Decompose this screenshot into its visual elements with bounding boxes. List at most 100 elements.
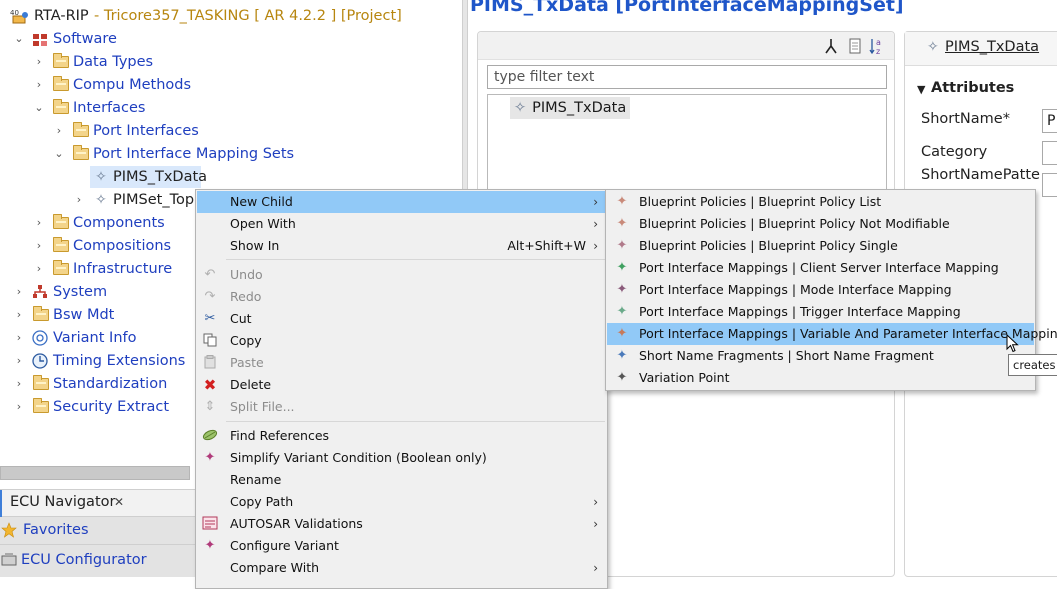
menu-item-cut[interactable]: ✂ Cut xyxy=(197,308,606,330)
menu-separator xyxy=(226,421,605,422)
ecu-navigator-tab[interactable]: ECU Navigator xyxy=(10,494,115,510)
menu-item-delete[interactable]: ✖ Delete xyxy=(197,374,606,396)
menu-item-undo[interactable]: ↶ Undo xyxy=(197,264,606,286)
menu-item-label: AUTOSAR Validations xyxy=(230,516,363,531)
menu-item-label: Paste xyxy=(230,355,264,370)
document-icon[interactable] xyxy=(849,38,861,54)
fork-icon[interactable] xyxy=(824,38,838,54)
properties-tab[interactable]: ✧ PIMS_TxData xyxy=(905,32,1057,66)
tree-item-label: Bsw Mdt xyxy=(53,307,115,323)
editor-title: PIMS_TxData [PortInterfaceMappingSet] xyxy=(470,0,904,16)
menu-item-copy-path[interactable]: Copy Path › xyxy=(197,491,606,513)
chevron-right-icon[interactable]: › xyxy=(32,51,46,73)
menu-item-label: Show In xyxy=(230,238,280,253)
tree-item-label: Port Interface Mapping Sets xyxy=(93,146,295,162)
filter-input[interactable] xyxy=(487,65,887,89)
menu-item-configure-variant[interactable]: ✦ Configure Variant xyxy=(197,535,606,557)
chevron-right-icon: › xyxy=(593,517,598,531)
tree-item-software[interactable]: ⌄ Software xyxy=(0,28,460,50)
ecu-configurator-icon xyxy=(1,553,17,567)
close-icon[interactable]: ✕ xyxy=(114,495,124,509)
submenu-item-client-server-interface-mapping[interactable]: ✦ Port Interface Mappings | Client Serve… xyxy=(607,257,1034,279)
submenu-item-trigger-interface-mapping[interactable]: ✦ Port Interface Mappings | Trigger Inte… xyxy=(607,301,1034,323)
submenu-item-variable-and-parameter-interface-mapping[interactable]: ✦ Port Interface Mappings | Variable And… xyxy=(607,323,1057,345)
tree-item-label: Data Types xyxy=(73,54,154,70)
chevron-right-icon[interactable]: › xyxy=(32,258,46,280)
chevron-right-icon[interactable]: › xyxy=(32,235,46,257)
submenu-item-mode-interface-mapping[interactable]: ✦ Port Interface Mappings | Mode Interfa… xyxy=(607,279,1034,301)
chevron-right-icon: › xyxy=(593,239,598,253)
menu-item-label: Find References xyxy=(230,428,330,443)
chevron-down-icon[interactable]: ⌄ xyxy=(52,143,66,165)
category-field[interactable] xyxy=(1042,141,1057,165)
submenu-item-short-name-fragment[interactable]: ✦ Short Name Fragments | Short Name Frag… xyxy=(607,345,1034,367)
menu-item-show-in[interactable]: Show In Alt+Shift+W › xyxy=(197,235,606,257)
folder-icon xyxy=(53,53,69,68)
tree-item-label: Software xyxy=(53,31,117,47)
submenu-item-blueprint-policy-not-modifiable[interactable]: ✦ Blueprint Policies | Blueprint Policy … xyxy=(607,213,1034,235)
menu-item-paste[interactable]: Paste xyxy=(197,352,606,374)
tree-item-port-interfaces[interactable]: › Port Interfaces xyxy=(0,120,460,142)
chevron-right-icon[interactable]: › xyxy=(32,74,46,96)
copy-icon xyxy=(202,333,218,349)
menu-item-label: Simplify Variant Condition (Boolean only… xyxy=(230,450,487,465)
ecu-configurator-panel-header[interactable]: ECU Configurator xyxy=(0,545,196,577)
menu-item-redo[interactable]: ↷ Redo xyxy=(197,286,606,308)
favorites-panel-header[interactable]: Favorites xyxy=(0,517,196,545)
validation-icon xyxy=(202,516,218,532)
menu-item-label: New Child xyxy=(230,194,293,209)
chevron-right-icon[interactable]: › xyxy=(12,350,26,372)
menu-item-simplify-variant[interactable]: ✦ Simplify Variant Condition (Boolean on… xyxy=(197,447,606,469)
chevron-right-icon[interactable]: › xyxy=(72,189,86,211)
tree-item-pims-txdata[interactable]: ✧ PIMS_TxData xyxy=(0,166,460,188)
chevron-right-icon[interactable]: › xyxy=(32,212,46,234)
menu-item-new-child[interactable]: New Child › xyxy=(197,191,606,213)
menu-item-rename[interactable]: Rename xyxy=(197,469,606,491)
menu-item-open-with[interactable]: Open With › xyxy=(197,213,606,235)
tree-item-data-types[interactable]: › Data Types xyxy=(0,51,460,73)
chevron-down-icon[interactable]: ⌄ xyxy=(12,28,26,50)
chevron-right-icon[interactable]: › xyxy=(12,396,26,418)
menu-item-autosar-validations[interactable]: AUTOSAR Validations › xyxy=(197,513,606,535)
submenu-item-blueprint-policy-list[interactable]: ✦ Blueprint Policies | Blueprint Policy … xyxy=(607,191,1034,213)
properties-tab-label: PIMS_TxData xyxy=(945,39,1040,55)
tree-item-label: System xyxy=(53,284,108,300)
shortname-field[interactable]: P xyxy=(1042,109,1057,133)
menu-item-copy[interactable]: Copy xyxy=(197,330,606,352)
variation-point-icon: ✦ xyxy=(616,370,628,385)
attributes-section-title: Attributes xyxy=(931,80,1015,96)
interface-mapping-icon: ✦ xyxy=(616,304,628,319)
delete-x-icon: ✖ xyxy=(203,376,217,394)
chevron-down-icon[interactable]: ⌄ xyxy=(32,97,46,119)
chevron-right-icon[interactable]: › xyxy=(12,327,26,349)
tree-item-label: Infrastructure xyxy=(73,261,173,277)
project-icon: 40 xyxy=(10,8,30,24)
chevron-right-icon[interactable]: › xyxy=(12,373,26,395)
tree-item-compu-methods[interactable]: › Compu Methods xyxy=(0,74,460,96)
chevron-right-icon[interactable]: › xyxy=(12,281,26,303)
menu-item-find-references[interactable]: Find References xyxy=(197,425,606,447)
sort-alpha-icon[interactable]: az xyxy=(869,37,885,56)
menu-item-label: Undo xyxy=(230,267,263,282)
menu-item-compare-with[interactable]: Compare With › xyxy=(197,557,606,579)
menu-item-label: Split File... xyxy=(230,399,295,414)
chevron-right-icon[interactable]: › xyxy=(12,304,26,326)
tree-item-label: Timing Extensions xyxy=(53,353,186,369)
outline-item-pims-txdata[interactable]: ✧ PIMS_TxData xyxy=(510,97,631,119)
interface-mapping-icon: ✦ xyxy=(616,260,628,275)
blueprint-policy-icon: ✦ xyxy=(616,194,628,209)
horizontal-scrollbar[interactable] xyxy=(0,466,190,480)
tree-item-port-interface-mapping-sets[interactable]: ⌄ Port Interface Mapping Sets xyxy=(0,143,460,165)
menu-item-label: Rename xyxy=(230,472,282,487)
chevron-right-icon[interactable]: › xyxy=(52,120,66,142)
submenu-item-blueprint-policy-single[interactable]: ✦ Blueprint Policies | Blueprint Policy … xyxy=(607,235,1034,257)
menu-item-split-file[interactable]: ⇕ Split File... xyxy=(197,396,606,418)
tooltip: creates a xyxy=(1008,354,1057,376)
submenu-item-variation-point[interactable]: ✦ Variation Point xyxy=(607,367,1034,389)
shortnamepattern-field[interactable] xyxy=(1042,173,1057,197)
tree-item-label: Port Interfaces xyxy=(93,123,199,139)
triangle-down-icon[interactable]: ▼ xyxy=(917,83,925,96)
tree-item-label: Interfaces xyxy=(73,100,146,116)
paste-icon xyxy=(202,355,218,371)
tree-item-interfaces[interactable]: ⌄ Interfaces xyxy=(0,97,460,119)
